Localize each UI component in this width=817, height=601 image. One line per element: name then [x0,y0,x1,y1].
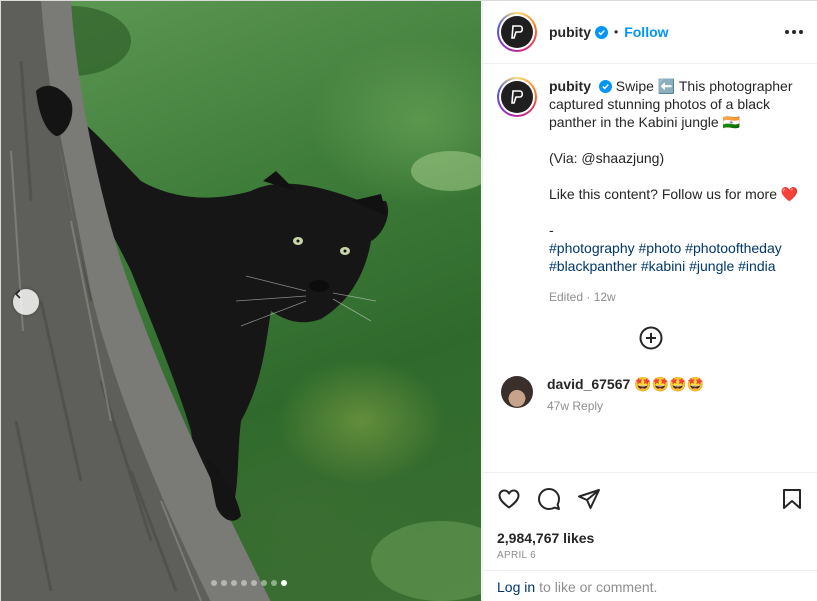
post-frame: pubity • Follow pubity Swipe ⬅️ This pho… [0,0,817,601]
post-image[interactable] [1,1,481,601]
comment-meta[interactable]: 47w Reply [547,399,704,413]
carousel-dot [241,580,247,586]
hashtags[interactable]: #photography #photo #photooftheday #blac… [549,239,799,275]
post-side-panel: pubity • Follow pubity Swipe ⬅️ This pho… [482,1,817,601]
carousel-dot [251,580,257,586]
comment-icon[interactable] [537,487,561,511]
bookmark-icon[interactable] [780,487,804,511]
chevron-left-icon [15,289,21,299]
carousel-indicator [211,580,287,586]
avatar[interactable] [497,12,537,52]
carousel-dot [271,580,277,586]
likes-count[interactable]: 2,984,767 likes [497,530,804,546]
avatar[interactable] [497,77,537,117]
share-icon[interactable] [577,487,601,511]
caption: pubity Swipe ⬅️ This photographer captur… [497,77,804,306]
post-header: pubity • Follow [483,1,817,64]
avatar[interactable] [501,376,533,408]
login-link[interactable]: Log in [497,579,535,595]
username[interactable]: pubity [549,24,591,40]
comment-username[interactable]: david_67567 [547,376,630,392]
pubity-logo-icon [511,90,524,104]
caption-via: (Via: @shaazjung) [549,150,665,166]
verified-icon [598,80,612,93]
login-prompt: Log in to like or comment. [483,570,817,601]
add-circle-icon[interactable] [639,326,663,350]
carousel-dot-active [281,580,287,586]
carousel-prev-button[interactable] [13,289,39,315]
heart-icon[interactable] [497,487,521,511]
panther-photo [1,1,481,601]
comments-section[interactable]: pubity Swipe ⬅️ This photographer captur… [483,65,817,471]
comment-text: 🤩🤩🤩🤩 [634,376,704,392]
separator: • [614,25,619,39]
caption-dash: - [549,222,554,238]
caption-cta: Like this content? Follow us for more ❤️ [549,186,799,202]
more-options-button[interactable] [785,30,803,34]
verified-icon [595,25,608,39]
caption-username[interactable]: pubity [549,78,591,94]
caption-text: pubity Swipe ⬅️ This photographer captur… [549,77,799,306]
edited-meta: Edited · 12w [549,290,616,304]
login-text: to like or comment. [539,578,658,595]
more-icon [785,30,789,34]
actions-bar: 2,984,767 likes APRIL 6 [483,472,817,570]
carousel-dot [231,580,237,586]
comment-item: david_67567 🤩🤩🤩🤩 47w Reply [497,376,804,413]
carousel-dot [211,580,217,586]
carousel-dot [221,580,227,586]
carousel-dot [261,580,267,586]
pubity-logo-icon [511,25,524,39]
follow-button[interactable]: Follow [624,24,668,40]
post-date: APRIL 6 [497,550,536,561]
